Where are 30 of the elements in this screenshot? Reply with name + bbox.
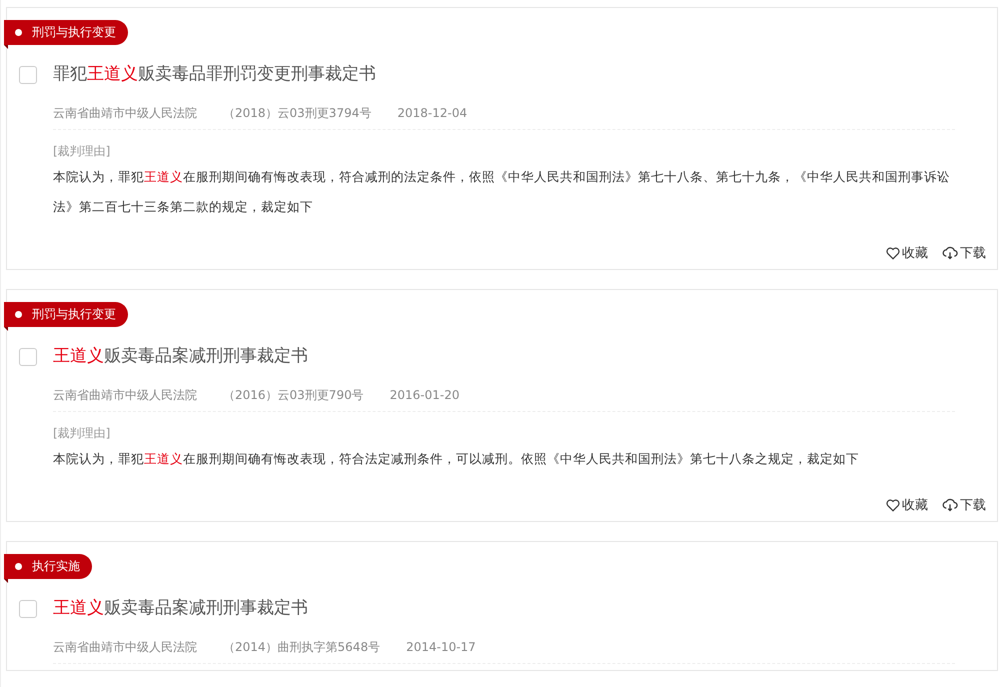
- judgment-date: 2018-12-04: [397, 104, 468, 122]
- court-name: 云南省曲靖市中级人民法院: [53, 386, 197, 404]
- checkbox[interactable]: [19, 348, 37, 366]
- reason-text: 本院认为，罪犯王道义在服刑期间确有悔改表现，符合减刑的法定条件，依照《中华人民共和国刑法》第七十八条、第七十九条，《中华人民共和国刑事诉讼法》第二百七十三条第二款的规定，裁定如下: [53, 168, 951, 216]
- reason-text: 本院认为，罪犯王道义在服刑期间确有悔改表现，符合法定减刑条件，可以减刑。依照《中华人民共和国刑法》第七十八条之规定，裁定如下: [53, 450, 860, 468]
- heart-icon: [886, 498, 900, 512]
- checkbox[interactable]: [19, 66, 37, 84]
- download-button[interactable]: 下载: [942, 496, 986, 515]
- download-button[interactable]: 下载: [942, 244, 986, 263]
- case-number: （2018）云03刑更3794号: [223, 104, 372, 122]
- cloud-download-icon: [942, 246, 958, 260]
- heart-icon: [886, 246, 900, 260]
- document-title[interactable]: 罪犯王道义贩卖毒品罪刑罚变更刑事裁定书: [53, 62, 376, 88]
- case-number: （2016）云03刑更790号: [223, 386, 364, 404]
- category-tag: 刑罚与执行变更: [4, 302, 128, 327]
- judgment-date: 2016-01-20: [390, 386, 460, 404]
- checkbox[interactable]: [19, 600, 37, 618]
- document-title[interactable]: 王道义贩卖毒品案减刑刑事裁定书: [53, 596, 308, 622]
- judgment-date: 2014-10-17: [406, 638, 476, 656]
- section-label: [裁判理由]: [53, 424, 110, 442]
- favorite-button[interactable]: 收藏: [886, 244, 928, 263]
- document-title[interactable]: 王道义贩卖毒品案减刑刑事裁定书: [53, 344, 308, 370]
- case-number: （2014）曲刑执字第5648号: [223, 638, 380, 656]
- cloud-download-icon: [942, 498, 958, 512]
- category-tag: 执行实施: [4, 554, 92, 579]
- category-tag: 刑罚与执行变更: [4, 20, 128, 45]
- court-name: 云南省曲靖市中级人民法院: [53, 104, 197, 122]
- section-label: [裁判理由]: [53, 142, 110, 160]
- court-name: 云南省曲靖市中级人民法院: [53, 638, 197, 656]
- favorite-button[interactable]: 收藏: [886, 496, 928, 515]
